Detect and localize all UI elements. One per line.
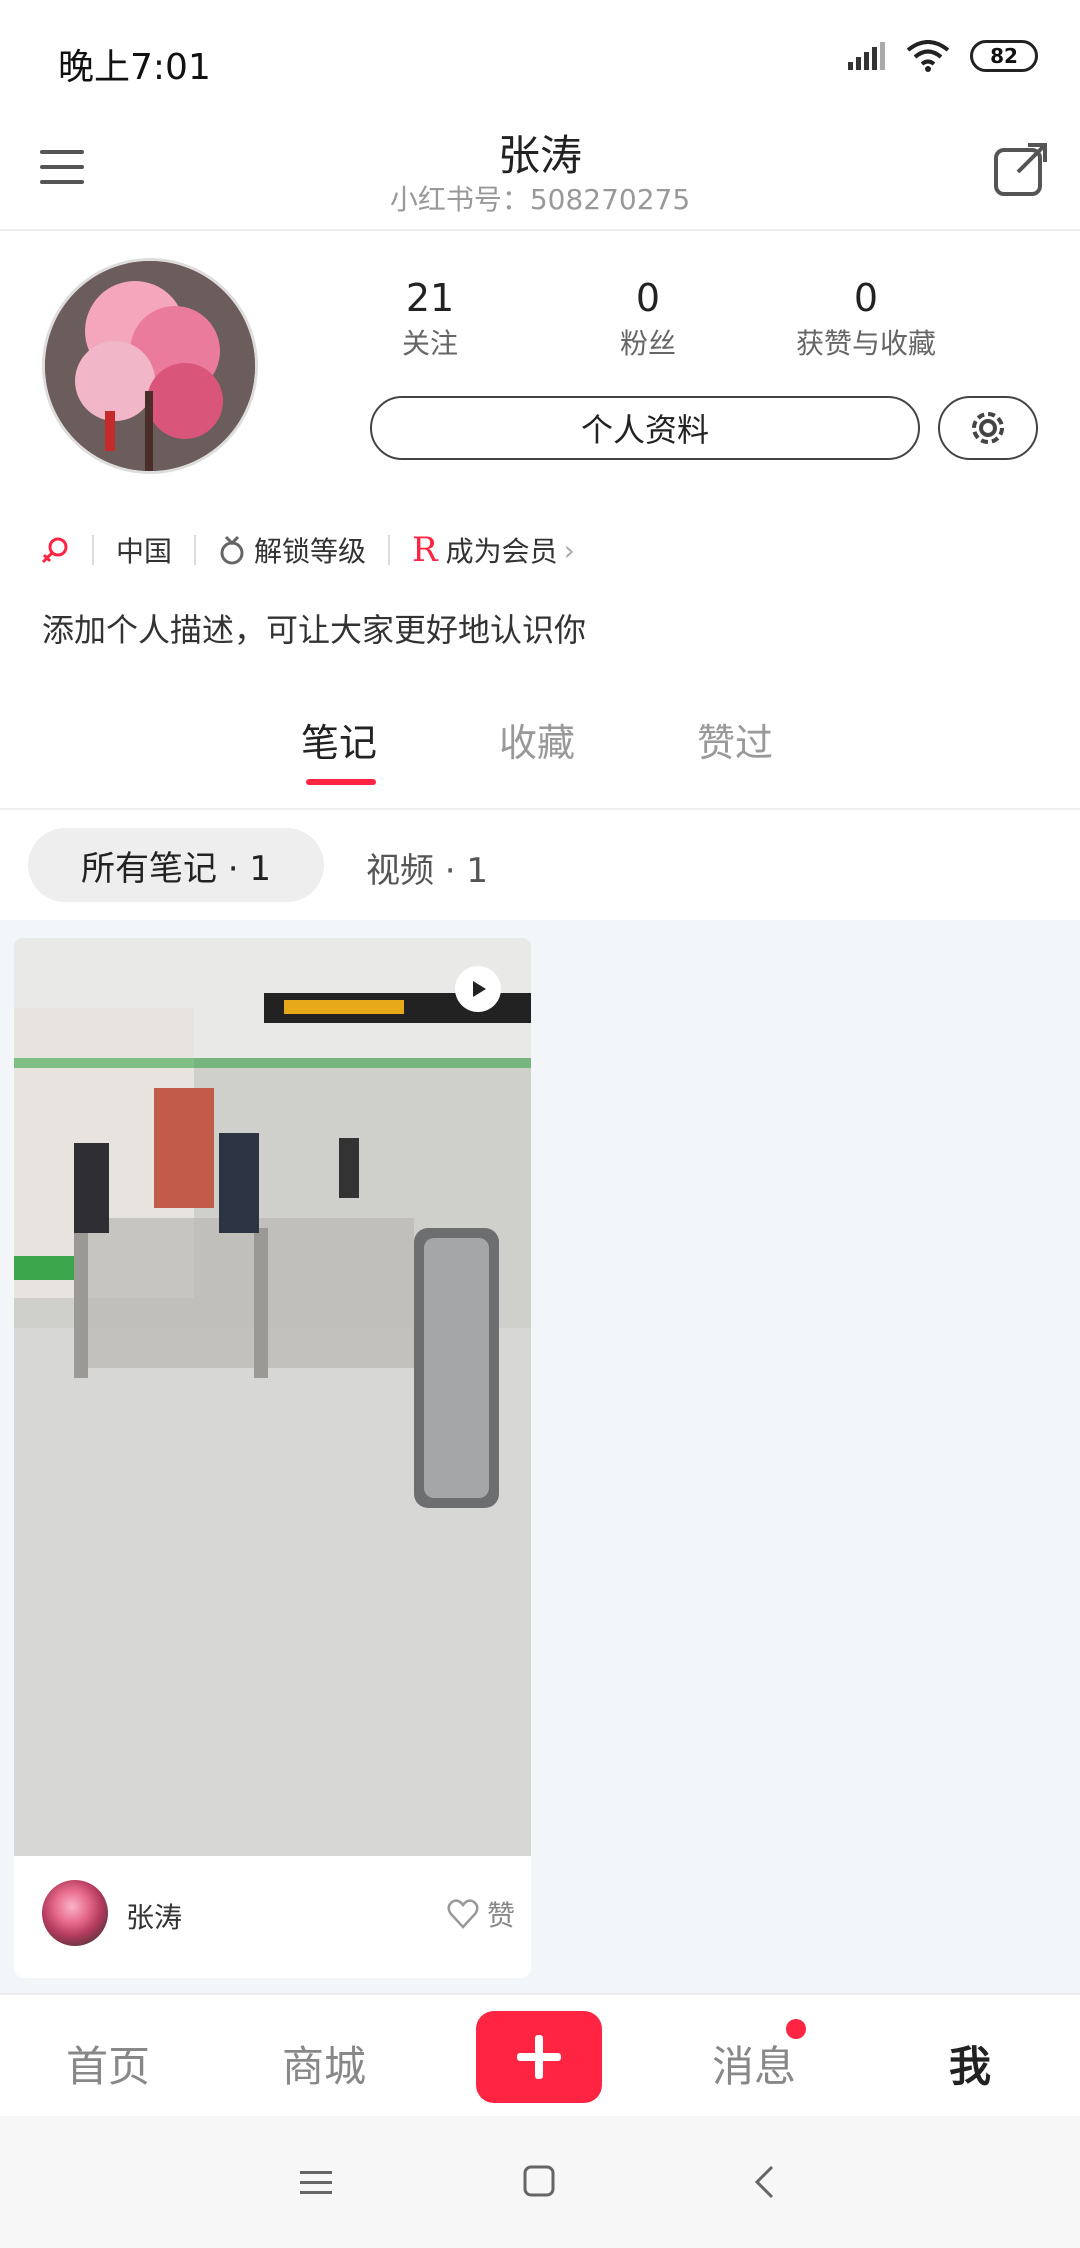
author-avatar[interactable] xyxy=(42,1880,108,1946)
like-label: 赞 xyxy=(486,1899,515,1932)
share-icon[interactable] xyxy=(992,140,1050,198)
battery-indicator: 82 xyxy=(970,40,1038,72)
add-post-button[interactable] xyxy=(476,2011,602,2103)
status-time: 晚上7:01 xyxy=(58,47,211,88)
home-icon[interactable] xyxy=(522,2164,556,2198)
bio-text[interactable]: 添加个人描述，可让大家更好地认识你 xyxy=(42,605,586,651)
tab-collections[interactable]: 收藏 xyxy=(499,712,575,767)
medal-icon xyxy=(220,535,244,565)
filter-videos[interactable]: 视频 · 1 xyxy=(366,843,488,892)
gender-icon xyxy=(41,537,68,564)
chevron-right-icon: › xyxy=(563,533,575,567)
bottom-nav: 首页 商城 消息 我 xyxy=(0,1993,1080,2117)
profile-tags: 中国 解锁等级 R 成为会员 › xyxy=(40,530,575,570)
wifi-icon xyxy=(906,40,950,72)
gear-icon xyxy=(972,412,1004,444)
profile-id: 小红书号：508270275 xyxy=(389,183,691,216)
vip-tag[interactable]: 成为会员 xyxy=(446,530,558,570)
nav-mall[interactable]: 商城 xyxy=(234,2033,414,2094)
settings-button[interactable] xyxy=(938,396,1038,460)
nav-messages[interactable]: 消息 xyxy=(664,2033,844,2094)
author-name[interactable]: 张涛 xyxy=(126,1896,182,1936)
plus-icon xyxy=(517,2035,561,2079)
tab-active-indicator xyxy=(306,779,376,785)
stat-following[interactable]: 21 关注 xyxy=(330,276,530,362)
header-divider xyxy=(0,229,1080,231)
filter-all-notes[interactable]: 所有笔记 · 1 xyxy=(28,828,324,902)
signal-icon xyxy=(848,42,885,70)
stat-value: 21 xyxy=(405,276,455,320)
stat-label: 粉丝 xyxy=(619,327,676,360)
tab-liked[interactable]: 赞过 xyxy=(697,712,773,767)
location-tag: 中国 xyxy=(116,535,173,568)
heart-icon xyxy=(447,1899,479,1929)
unread-badge xyxy=(786,2019,806,2039)
note-card[interactable]: 张涛 赞 xyxy=(14,938,531,1978)
avatar[interactable] xyxy=(42,258,258,474)
nav-me[interactable]: 我 xyxy=(880,2033,1060,2094)
tabs-divider xyxy=(0,808,1080,810)
status-icons: 82 xyxy=(846,40,1038,72)
system-nav-bar xyxy=(0,2116,1080,2248)
nav-home[interactable]: 首页 xyxy=(18,2033,198,2094)
like-button[interactable]: 赞 xyxy=(447,1894,515,1934)
play-icon xyxy=(455,966,501,1012)
note-cover-image[interactable] xyxy=(14,938,531,1856)
edit-profile-button[interactable]: 个人资料 xyxy=(370,396,920,460)
stat-likes-collects[interactable]: 0 获赞与收藏 xyxy=(766,276,966,362)
stat-label: 关注 xyxy=(401,327,458,360)
tab-notes[interactable]: 笔记 xyxy=(301,712,377,767)
recent-apps-icon[interactable] xyxy=(298,2168,334,2198)
level-tag[interactable]: 解锁等级 xyxy=(254,530,366,570)
stat-value: 0 xyxy=(635,276,661,320)
back-icon[interactable] xyxy=(752,2164,776,2200)
stat-value: 0 xyxy=(853,276,879,320)
stat-label: 获赞与收藏 xyxy=(795,327,936,360)
stat-followers[interactable]: 0 粉丝 xyxy=(548,276,748,362)
profile-name: 张涛 xyxy=(497,131,582,180)
vip-icon: R xyxy=(412,530,438,570)
